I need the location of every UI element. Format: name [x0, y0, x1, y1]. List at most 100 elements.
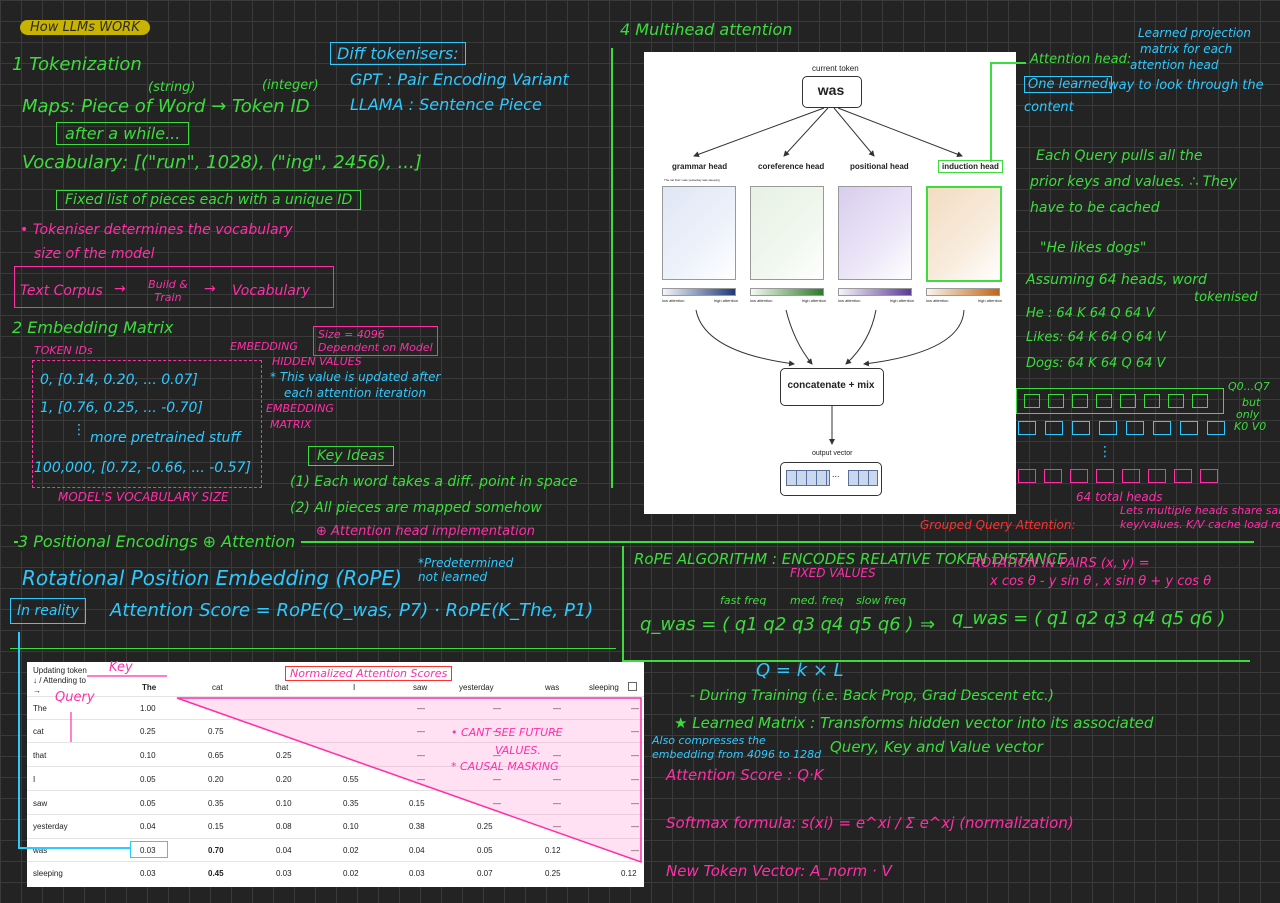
heatmap-induction: [926, 186, 1002, 282]
kv-dots: ⋮: [1098, 444, 1112, 460]
token-ids-label: TOKEN IDs: [34, 344, 93, 357]
total-heads-label: 64 total heads: [1076, 490, 1163, 504]
softmax-line: Softmax formula: s(xi) = e^xi / Σ e^xj (…: [666, 814, 1074, 832]
assuming-line: Assuming 64 heads, word: [1026, 272, 1207, 288]
attention-score-line: Attention Score : Q·K: [666, 766, 824, 784]
likes-heads: Likes: 64 K 64 Q 64 V: [1026, 330, 1166, 345]
slow-freq-label: slow freq: [856, 594, 907, 607]
compress-note: Also compresses the: [652, 734, 766, 747]
q-label: Q0...Q7: [1228, 380, 1270, 393]
q-was-rotated: q_was = ( q1 q2 q3 q4 q5 q6 ): [952, 608, 1226, 629]
legend-low-grammar: low attention: [662, 298, 685, 303]
vocab-size-label: MODEL'S VOCABULARY SIZE: [58, 490, 229, 504]
updated-note-2: each attention iteration: [284, 386, 427, 400]
cant-see-note-2: VALUES.: [495, 744, 541, 757]
output-dots: ...: [832, 469, 840, 479]
he-heads: He : 64 K 64 Q 64 V: [1026, 306, 1155, 321]
query-square: [1024, 394, 1040, 408]
each-query-1: Each Query pulls all the: [1036, 148, 1203, 164]
legend-low-induction: low attention: [926, 298, 949, 303]
learned-proj-1: Learned projection: [1138, 26, 1251, 40]
arrow: [833, 107, 875, 157]
one-learned-3: content: [1024, 100, 1074, 115]
output-label: output vector: [812, 450, 853, 457]
legend-high-coreference: high attention: [802, 298, 827, 303]
query-square: [1144, 394, 1160, 408]
llama-line: LLAMA : Sentence Piece: [350, 95, 542, 114]
legend-bar-positional: [838, 288, 912, 296]
attention-table: Updating token ↓ / Attending to → The ca…: [27, 660, 644, 887]
training-note: - During Training (i.e. Back Prop, Grad …: [690, 688, 1055, 704]
head-title-coreference: coreference head: [758, 162, 825, 171]
causal-note: * CAUSAL MASKING: [451, 760, 559, 773]
connector-line-v: [18, 632, 20, 848]
query-annotation: Query: [55, 690, 95, 705]
query-square: [1168, 394, 1184, 408]
dogs-heads: Dogs: 64 K 64 Q 64 V: [1026, 356, 1166, 371]
rotation-label: ROTATION IN PAIRS (x, y) =: [972, 556, 1150, 571]
section-4-heading: 4 Multihead attention: [620, 20, 793, 39]
multihead-figure: current token was grammar head coreferen…: [644, 52, 1016, 514]
kv-square: [1126, 421, 1144, 435]
connector-line-h: [18, 847, 130, 849]
updated-note: * This value is updated after: [270, 370, 441, 384]
q-was-vector: q_was = ( q1 q2 q3 q4 q5 q6 ): [640, 614, 914, 635]
key-ideas-box: Key Ideas: [308, 446, 394, 466]
flow-arrow-2: →: [204, 281, 216, 297]
learned-proj-2: matrix for each: [1140, 42, 1233, 56]
head-title-positional: positional head: [850, 162, 909, 171]
quote-line: "He likes dogs": [1040, 240, 1147, 256]
fixed-values-label: FIXED VALUES: [790, 566, 876, 580]
learned-proj-3: attention head: [1130, 58, 1219, 72]
head-square: [1122, 469, 1140, 483]
tokeniser-note-2: size of the model: [34, 246, 155, 262]
fixed-list-box: Fixed list of pieces each with a unique …: [56, 190, 362, 210]
kv-square: [1099, 421, 1117, 435]
fast-freq-label: fast freq: [720, 594, 767, 607]
head-square: [1044, 469, 1062, 483]
legend-bar-coreference: [750, 288, 824, 296]
flow-vocabulary: Vocabulary: [232, 283, 310, 299]
size-note: Size = 4096: [318, 328, 385, 341]
arrow: [695, 309, 795, 367]
tokeniser-note: • Tokeniser determines the vocabulary: [20, 222, 293, 238]
query-square: [1048, 394, 1064, 408]
embedding-label: EMBEDDING: [230, 340, 298, 353]
heatmap-positional: [838, 186, 912, 280]
page-title: How LLMs WORK: [20, 20, 150, 35]
section-1-heading: 1 Tokenization: [12, 54, 142, 75]
legend-high-induction: high attention: [978, 298, 1003, 303]
gpt-line: GPT : Pair Encoding Variant: [350, 70, 569, 89]
matrix-dots: ⋮: [72, 422, 86, 438]
med-freq-label: med. freq: [790, 594, 844, 607]
section-2-heading: 2 Embedding Matrix: [12, 318, 174, 337]
output-cells-left: [786, 470, 830, 486]
pretrained-line: more pretrained stuff: [90, 430, 241, 446]
matrix-row-0: 0, [0.14, 0.20, ... 0.07]: [40, 372, 198, 388]
head-square: [1200, 469, 1218, 483]
embedding-matrix-label: EMBEDDING: [266, 402, 334, 415]
legend-bar-induction: [926, 288, 1000, 296]
causal-mask-overlay: [70, 675, 642, 864]
heatmap-grammar: [662, 186, 736, 280]
query-square: [1096, 394, 1112, 408]
one-learned-2: way to look through the: [1108, 78, 1264, 93]
rope-title: Rotational Position Embedding (RoPE): [22, 566, 402, 590]
query-square: [1072, 394, 1088, 408]
kv-square: [1045, 421, 1063, 435]
induction-connector-v: [990, 62, 992, 162]
learned-matrix: ★ Learned Matrix : Transforms hidden vec…: [674, 714, 1154, 732]
matrix-row-last: 100,000, [0.72, -0.66, ... -0.57]: [34, 460, 251, 476]
size-box: Size = 4096 Dependent on Model: [313, 326, 438, 356]
tiny-words-grammar: The cat that I saw yesterday was sleepin…: [664, 178, 720, 182]
head-square: [1070, 469, 1088, 483]
flow-build-train: Build & Train: [148, 278, 188, 304]
section-3-heading: 3 Positional Encodings ⊕ Attention: [18, 532, 302, 551]
idea-1: (1) Each word takes a diff. point in spa…: [290, 474, 578, 490]
attention-impl-note: ⊕ Attention head implementation: [316, 524, 535, 539]
head-title-induction: induction head: [938, 160, 1003, 173]
figure-arrows: [693, 107, 965, 445]
each-query-2: prior keys and values. ∴ They: [1030, 174, 1237, 190]
normalized-scores-label: Normalized Attention Scores: [285, 666, 453, 681]
implies-arrow: ⇒: [920, 614, 936, 635]
